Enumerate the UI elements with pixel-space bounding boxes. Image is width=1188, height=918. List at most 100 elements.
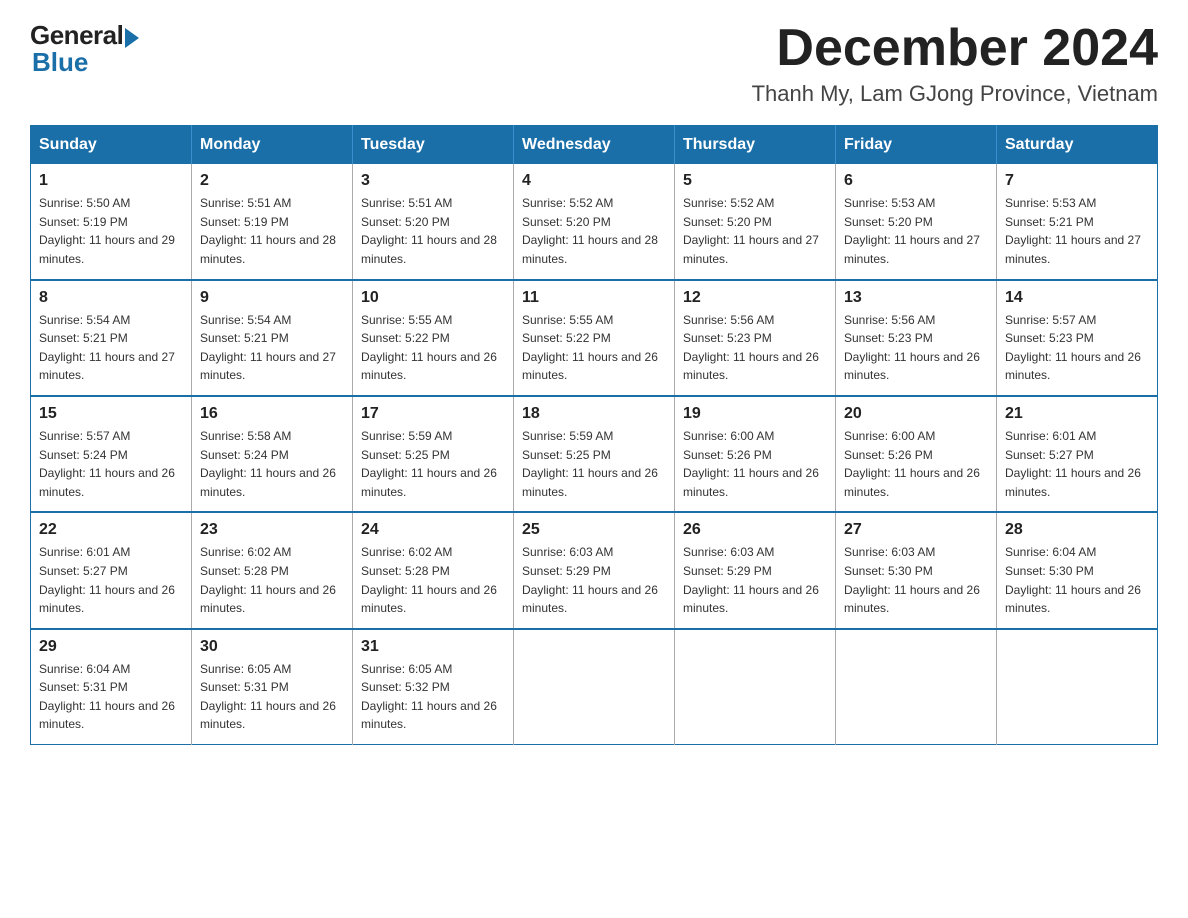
day-info: Sunrise: 5:57 AM Sunset: 5:24 PM Dayligh… bbox=[39, 427, 183, 501]
day-cell bbox=[675, 629, 836, 745]
day-cell: 18 Sunrise: 5:59 AM Sunset: 5:25 PM Dayl… bbox=[514, 396, 675, 512]
day-cell: 7 Sunrise: 5:53 AM Sunset: 5:21 PM Dayli… bbox=[997, 164, 1158, 279]
day-cell bbox=[997, 629, 1158, 745]
day-cell: 19 Sunrise: 6:00 AM Sunset: 5:26 PM Dayl… bbox=[675, 396, 836, 512]
page-header: General Blue December 2024 Thanh My, Lam… bbox=[30, 20, 1158, 107]
day-info: Sunrise: 6:03 AM Sunset: 5:29 PM Dayligh… bbox=[683, 543, 827, 617]
day-info: Sunrise: 6:03 AM Sunset: 5:29 PM Dayligh… bbox=[522, 543, 666, 617]
day-number: 29 bbox=[39, 638, 183, 656]
day-info: Sunrise: 6:04 AM Sunset: 5:31 PM Dayligh… bbox=[39, 660, 183, 734]
day-info: Sunrise: 5:54 AM Sunset: 5:21 PM Dayligh… bbox=[200, 311, 344, 385]
day-info: Sunrise: 5:53 AM Sunset: 5:21 PM Dayligh… bbox=[1005, 194, 1149, 268]
day-info: Sunrise: 6:04 AM Sunset: 5:30 PM Dayligh… bbox=[1005, 543, 1149, 617]
day-cell: 14 Sunrise: 5:57 AM Sunset: 5:23 PM Dayl… bbox=[997, 280, 1158, 396]
day-header-wednesday: Wednesday bbox=[514, 126, 675, 165]
day-header-monday: Monday bbox=[192, 126, 353, 165]
day-cell: 26 Sunrise: 6:03 AM Sunset: 5:29 PM Dayl… bbox=[675, 512, 836, 628]
day-info: Sunrise: 5:51 AM Sunset: 5:19 PM Dayligh… bbox=[200, 194, 344, 268]
day-number: 23 bbox=[200, 521, 344, 539]
day-cell: 23 Sunrise: 6:02 AM Sunset: 5:28 PM Dayl… bbox=[192, 512, 353, 628]
day-cell: 16 Sunrise: 5:58 AM Sunset: 5:24 PM Dayl… bbox=[192, 396, 353, 512]
day-cell: 22 Sunrise: 6:01 AM Sunset: 5:27 PM Dayl… bbox=[31, 512, 192, 628]
day-header-thursday: Thursday bbox=[675, 126, 836, 165]
day-number: 11 bbox=[522, 289, 666, 307]
day-cell: 29 Sunrise: 6:04 AM Sunset: 5:31 PM Dayl… bbox=[31, 629, 192, 745]
day-info: Sunrise: 5:50 AM Sunset: 5:19 PM Dayligh… bbox=[39, 194, 183, 268]
day-info: Sunrise: 5:58 AM Sunset: 5:24 PM Dayligh… bbox=[200, 427, 344, 501]
day-cell: 10 Sunrise: 5:55 AM Sunset: 5:22 PM Dayl… bbox=[353, 280, 514, 396]
day-info: Sunrise: 6:03 AM Sunset: 5:30 PM Dayligh… bbox=[844, 543, 988, 617]
day-number: 21 bbox=[1005, 405, 1149, 423]
day-number: 2 bbox=[200, 172, 344, 190]
day-cell: 27 Sunrise: 6:03 AM Sunset: 5:30 PM Dayl… bbox=[836, 512, 997, 628]
day-header-sunday: Sunday bbox=[31, 126, 192, 165]
day-cell: 31 Sunrise: 6:05 AM Sunset: 5:32 PM Dayl… bbox=[353, 629, 514, 745]
day-number: 12 bbox=[683, 289, 827, 307]
day-info: Sunrise: 5:56 AM Sunset: 5:23 PM Dayligh… bbox=[844, 311, 988, 385]
day-number: 5 bbox=[683, 172, 827, 190]
day-number: 22 bbox=[39, 521, 183, 539]
day-cell: 20 Sunrise: 6:00 AM Sunset: 5:26 PM Dayl… bbox=[836, 396, 997, 512]
day-info: Sunrise: 6:01 AM Sunset: 5:27 PM Dayligh… bbox=[39, 543, 183, 617]
day-number: 18 bbox=[522, 405, 666, 423]
day-cell bbox=[836, 629, 997, 745]
day-cell: 6 Sunrise: 5:53 AM Sunset: 5:20 PM Dayli… bbox=[836, 164, 997, 279]
day-number: 17 bbox=[361, 405, 505, 423]
day-info: Sunrise: 6:05 AM Sunset: 5:31 PM Dayligh… bbox=[200, 660, 344, 734]
day-number: 20 bbox=[844, 405, 988, 423]
day-cell: 17 Sunrise: 5:59 AM Sunset: 5:25 PM Dayl… bbox=[353, 396, 514, 512]
day-number: 3 bbox=[361, 172, 505, 190]
day-number: 14 bbox=[1005, 289, 1149, 307]
week-row-3: 15 Sunrise: 5:57 AM Sunset: 5:24 PM Dayl… bbox=[31, 396, 1158, 512]
week-row-2: 8 Sunrise: 5:54 AM Sunset: 5:21 PM Dayli… bbox=[31, 280, 1158, 396]
day-number: 24 bbox=[361, 521, 505, 539]
day-number: 8 bbox=[39, 289, 183, 307]
week-row-4: 22 Sunrise: 6:01 AM Sunset: 5:27 PM Dayl… bbox=[31, 512, 1158, 628]
day-info: Sunrise: 5:51 AM Sunset: 5:20 PM Dayligh… bbox=[361, 194, 505, 268]
day-cell: 15 Sunrise: 5:57 AM Sunset: 5:24 PM Dayl… bbox=[31, 396, 192, 512]
day-info: Sunrise: 5:53 AM Sunset: 5:20 PM Dayligh… bbox=[844, 194, 988, 268]
week-row-1: 1 Sunrise: 5:50 AM Sunset: 5:19 PM Dayli… bbox=[31, 164, 1158, 279]
day-info: Sunrise: 5:55 AM Sunset: 5:22 PM Dayligh… bbox=[361, 311, 505, 385]
day-number: 31 bbox=[361, 638, 505, 656]
day-info: Sunrise: 5:59 AM Sunset: 5:25 PM Dayligh… bbox=[361, 427, 505, 501]
day-cell: 21 Sunrise: 6:01 AM Sunset: 5:27 PM Dayl… bbox=[997, 396, 1158, 512]
logo-arrow-icon bbox=[125, 28, 139, 48]
day-info: Sunrise: 6:02 AM Sunset: 5:28 PM Dayligh… bbox=[361, 543, 505, 617]
day-info: Sunrise: 5:52 AM Sunset: 5:20 PM Dayligh… bbox=[683, 194, 827, 268]
day-cell: 11 Sunrise: 5:55 AM Sunset: 5:22 PM Dayl… bbox=[514, 280, 675, 396]
day-number: 4 bbox=[522, 172, 666, 190]
day-cell: 30 Sunrise: 6:05 AM Sunset: 5:31 PM Dayl… bbox=[192, 629, 353, 745]
day-number: 25 bbox=[522, 521, 666, 539]
subtitle: Thanh My, Lam GJong Province, Vietnam bbox=[752, 81, 1158, 107]
day-header-tuesday: Tuesday bbox=[353, 126, 514, 165]
day-cell: 1 Sunrise: 5:50 AM Sunset: 5:19 PM Dayli… bbox=[31, 164, 192, 279]
day-number: 13 bbox=[844, 289, 988, 307]
day-info: Sunrise: 5:52 AM Sunset: 5:20 PM Dayligh… bbox=[522, 194, 666, 268]
day-cell: 12 Sunrise: 5:56 AM Sunset: 5:23 PM Dayl… bbox=[675, 280, 836, 396]
day-info: Sunrise: 5:55 AM Sunset: 5:22 PM Dayligh… bbox=[522, 311, 666, 385]
day-number: 15 bbox=[39, 405, 183, 423]
day-info: Sunrise: 6:00 AM Sunset: 5:26 PM Dayligh… bbox=[683, 427, 827, 501]
day-info: Sunrise: 6:05 AM Sunset: 5:32 PM Dayligh… bbox=[361, 660, 505, 734]
day-number: 16 bbox=[200, 405, 344, 423]
day-info: Sunrise: 5:56 AM Sunset: 5:23 PM Dayligh… bbox=[683, 311, 827, 385]
day-cell: 8 Sunrise: 5:54 AM Sunset: 5:21 PM Dayli… bbox=[31, 280, 192, 396]
day-number: 10 bbox=[361, 289, 505, 307]
day-number: 26 bbox=[683, 521, 827, 539]
day-number: 30 bbox=[200, 638, 344, 656]
day-info: Sunrise: 5:59 AM Sunset: 5:25 PM Dayligh… bbox=[522, 427, 666, 501]
day-number: 6 bbox=[844, 172, 988, 190]
day-cell: 13 Sunrise: 5:56 AM Sunset: 5:23 PM Dayl… bbox=[836, 280, 997, 396]
day-cell: 3 Sunrise: 5:51 AM Sunset: 5:20 PM Dayli… bbox=[353, 164, 514, 279]
day-number: 27 bbox=[844, 521, 988, 539]
day-cell: 28 Sunrise: 6:04 AM Sunset: 5:30 PM Dayl… bbox=[997, 512, 1158, 628]
week-row-5: 29 Sunrise: 6:04 AM Sunset: 5:31 PM Dayl… bbox=[31, 629, 1158, 745]
day-cell: 5 Sunrise: 5:52 AM Sunset: 5:20 PM Dayli… bbox=[675, 164, 836, 279]
day-number: 28 bbox=[1005, 521, 1149, 539]
day-info: Sunrise: 5:57 AM Sunset: 5:23 PM Dayligh… bbox=[1005, 311, 1149, 385]
day-number: 1 bbox=[39, 172, 183, 190]
day-cell: 2 Sunrise: 5:51 AM Sunset: 5:19 PM Dayli… bbox=[192, 164, 353, 279]
day-cell: 24 Sunrise: 6:02 AM Sunset: 5:28 PM Dayl… bbox=[353, 512, 514, 628]
day-info: Sunrise: 6:00 AM Sunset: 5:26 PM Dayligh… bbox=[844, 427, 988, 501]
